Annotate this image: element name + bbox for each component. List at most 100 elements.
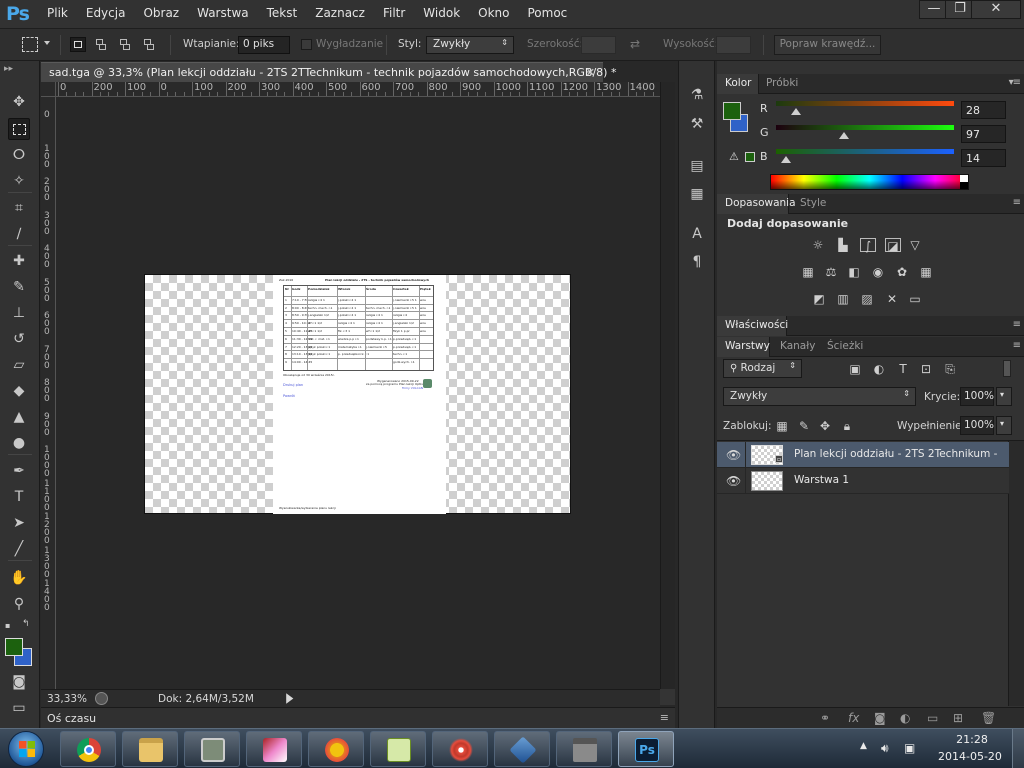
swap-colors-icon[interactable]: ↰ bbox=[22, 619, 30, 629]
magic-wand-icon[interactable]: ✧ bbox=[8, 170, 30, 192]
blur-tool-icon[interactable]: ▲ bbox=[8, 406, 30, 428]
menu-view[interactable]: Widok bbox=[423, 6, 468, 20]
rectangular-marquee-icon[interactable] bbox=[8, 118, 30, 140]
brush-tool-icon[interactable]: ✎ bbox=[8, 276, 30, 298]
clone-source-icon[interactable]: ▦ bbox=[687, 186, 707, 204]
selective-color-icon[interactable]: ✕ bbox=[884, 292, 900, 306]
menu-window[interactable]: Okno bbox=[478, 6, 517, 20]
taskbar-notepad-plus[interactable] bbox=[370, 731, 426, 767]
style-select[interactable]: Zwykły ⇕ bbox=[426, 36, 514, 54]
panel-menu-icon[interactable]: ≡ bbox=[1013, 197, 1021, 208]
green-slider-thumb[interactable] bbox=[839, 132, 849, 139]
tool-presets-icon[interactable]: ⚒ bbox=[687, 116, 707, 134]
channel-mixer-icon[interactable]: ✿ bbox=[894, 265, 910, 279]
levels-icon[interactable]: ▙ bbox=[835, 238, 851, 252]
exposure-icon[interactable]: ◪ bbox=[885, 238, 901, 253]
zoom-level[interactable]: 33,33% bbox=[47, 693, 87, 705]
taskbar-scribble[interactable] bbox=[432, 731, 488, 767]
layer-name[interactable]: Warstwa 1 bbox=[794, 474, 999, 486]
lock-pixels-icon[interactable]: ✎ bbox=[796, 419, 812, 433]
new-adjustment-layer-icon[interactable]: ◐ bbox=[900, 711, 910, 725]
menu-select[interactable]: Zaznacz bbox=[315, 6, 373, 20]
blend-mode-select[interactable]: Zwykły ⇕ bbox=[723, 387, 916, 406]
red-slider-thumb[interactable] bbox=[791, 108, 801, 115]
lock-transparency-icon[interactable]: ▦ bbox=[774, 419, 790, 433]
screen-mode-icon[interactable]: ▭ bbox=[8, 697, 30, 719]
link-layers-icon[interactable]: ⚭ bbox=[820, 711, 830, 725]
filter-toggle[interactable] bbox=[1003, 360, 1011, 377]
type-tool-icon[interactable]: T bbox=[8, 486, 30, 508]
intersect-selection-icon[interactable] bbox=[142, 37, 158, 52]
menu-edit[interactable]: Edycja bbox=[86, 6, 134, 20]
swap-arrows-icon[interactable]: ⇄ bbox=[630, 37, 640, 51]
history-brush-icon[interactable]: ↺ bbox=[8, 328, 30, 350]
close-button[interactable]: ✕ bbox=[971, 0, 1021, 19]
menu-help[interactable]: Pomoc bbox=[527, 6, 575, 20]
tab-color[interactable]: Kolor bbox=[725, 77, 751, 89]
hand-tool-icon[interactable]: ✋ bbox=[8, 567, 30, 589]
lock-position-icon[interactable]: ✥ bbox=[817, 419, 833, 433]
layers-scrollbar[interactable] bbox=[1008, 441, 1024, 706]
hue-saturation-icon[interactable]: ▦ bbox=[800, 265, 816, 279]
brush-presets-icon[interactable]: ▤ bbox=[687, 158, 707, 176]
curves-icon[interactable]: ∫ bbox=[860, 238, 876, 253]
add-selection-icon[interactable] bbox=[94, 37, 110, 52]
width-input[interactable] bbox=[581, 36, 616, 54]
feather-input[interactable]: 0 piks bbox=[238, 36, 290, 54]
brightness-contrast-icon[interactable]: ☼ bbox=[810, 238, 826, 252]
delete-layer-icon[interactable]: 🗑︎ bbox=[981, 711, 996, 725]
marquee-tool-icon[interactable] bbox=[22, 37, 38, 52]
move-tool-icon[interactable]: ✥ bbox=[8, 91, 30, 113]
layer-row-warstwa1[interactable]: 👁︎ Warstwa 1 bbox=[717, 468, 1009, 494]
visibility-eye-icon[interactable]: 👁︎ bbox=[726, 474, 741, 488]
new-group-icon[interactable]: ▭ bbox=[927, 711, 938, 725]
quick-mask-icon[interactable]: ◙ bbox=[8, 671, 30, 693]
tab-adjustments[interactable]: Dopasowania bbox=[725, 197, 796, 209]
photo-filter-icon[interactable]: ◉ bbox=[870, 265, 886, 279]
eraser-icon[interactable]: ▱ bbox=[8, 354, 30, 376]
status-menu-arrow-icon[interactable] bbox=[286, 693, 294, 704]
chevron-down-icon[interactable] bbox=[44, 41, 50, 45]
green-value[interactable]: 97 bbox=[961, 125, 1006, 143]
pen-tool-icon[interactable]: ✒ bbox=[8, 460, 30, 482]
foreground-color-swatch[interactable] bbox=[5, 638, 23, 656]
default-colors-icon[interactable]: ▪ bbox=[5, 621, 10, 630]
fill-dropdown-icon[interactable]: ▾ bbox=[996, 416, 1012, 435]
healing-brush-icon[interactable]: ✚ bbox=[8, 250, 30, 272]
foreground-color-swatch[interactable] bbox=[723, 102, 741, 120]
lock-all-icon[interactable]: 🔒︎ bbox=[839, 419, 855, 433]
eyedropper-icon[interactable]: ∕ bbox=[8, 223, 30, 245]
tab-styles[interactable]: Style bbox=[800, 197, 826, 209]
menu-filter[interactable]: Filtr bbox=[383, 6, 413, 20]
menu-image[interactable]: Obraz bbox=[143, 6, 187, 20]
opacity-dropdown-icon[interactable]: ▾ bbox=[996, 387, 1012, 406]
blue-slider-thumb[interactable] bbox=[781, 156, 791, 163]
zoom-tool-icon[interactable]: ⚲ bbox=[8, 593, 30, 615]
tab-paths[interactable]: Ścieżki bbox=[827, 340, 863, 352]
history-icon[interactable]: ⚗ bbox=[687, 87, 707, 105]
posterize-icon[interactable]: ▥ bbox=[835, 292, 851, 306]
taskbar-sunflower[interactable] bbox=[308, 731, 364, 767]
menu-file[interactable]: Plik bbox=[47, 6, 76, 20]
gradient-map-icon[interactable]: ▭ bbox=[907, 292, 923, 306]
visibility-eye-icon[interactable]: 👁︎ bbox=[726, 448, 741, 462]
panel-menu-icon[interactable]: ▾≡ bbox=[1009, 77, 1021, 88]
fill-input[interactable]: 100% bbox=[960, 416, 994, 435]
taskbar-photoshop[interactable]: Ps bbox=[618, 731, 674, 767]
horizontal-ruler[interactable]: 0 200 100 0 100 200 300 400 500 600 700 800 900 1000 1… bbox=[56, 82, 660, 97]
filter-smart-object-icon[interactable]: ⎘ bbox=[942, 362, 958, 376]
color-ramp[interactable] bbox=[770, 174, 969, 190]
blue-slider[interactable] bbox=[776, 149, 954, 154]
taskbar-system-monitor[interactable] bbox=[184, 731, 240, 767]
vertical-ruler[interactable]: 0 100 200 300 400 500 600 700 800 900 1000 1100 1200… bbox=[41, 97, 56, 689]
back-link[interactable]: Powrót bbox=[283, 394, 295, 398]
panel-menu-icon[interactable]: ≡ bbox=[1013, 319, 1021, 330]
subtract-selection-icon[interactable] bbox=[118, 37, 134, 52]
timeline-tab[interactable]: Oś czasu bbox=[47, 712, 96, 725]
taskbar-explorer[interactable] bbox=[122, 731, 178, 767]
character-icon[interactable]: A bbox=[687, 226, 707, 244]
status-info-icon[interactable] bbox=[95, 692, 108, 705]
filter-adjustment-icon[interactable]: ◐ bbox=[871, 362, 887, 376]
document-tab[interactable]: sad.tga @ 33,3% (Plan lekcji oddziału - … bbox=[41, 62, 616, 82]
crop-tool-icon[interactable]: ⌗ bbox=[8, 197, 30, 219]
